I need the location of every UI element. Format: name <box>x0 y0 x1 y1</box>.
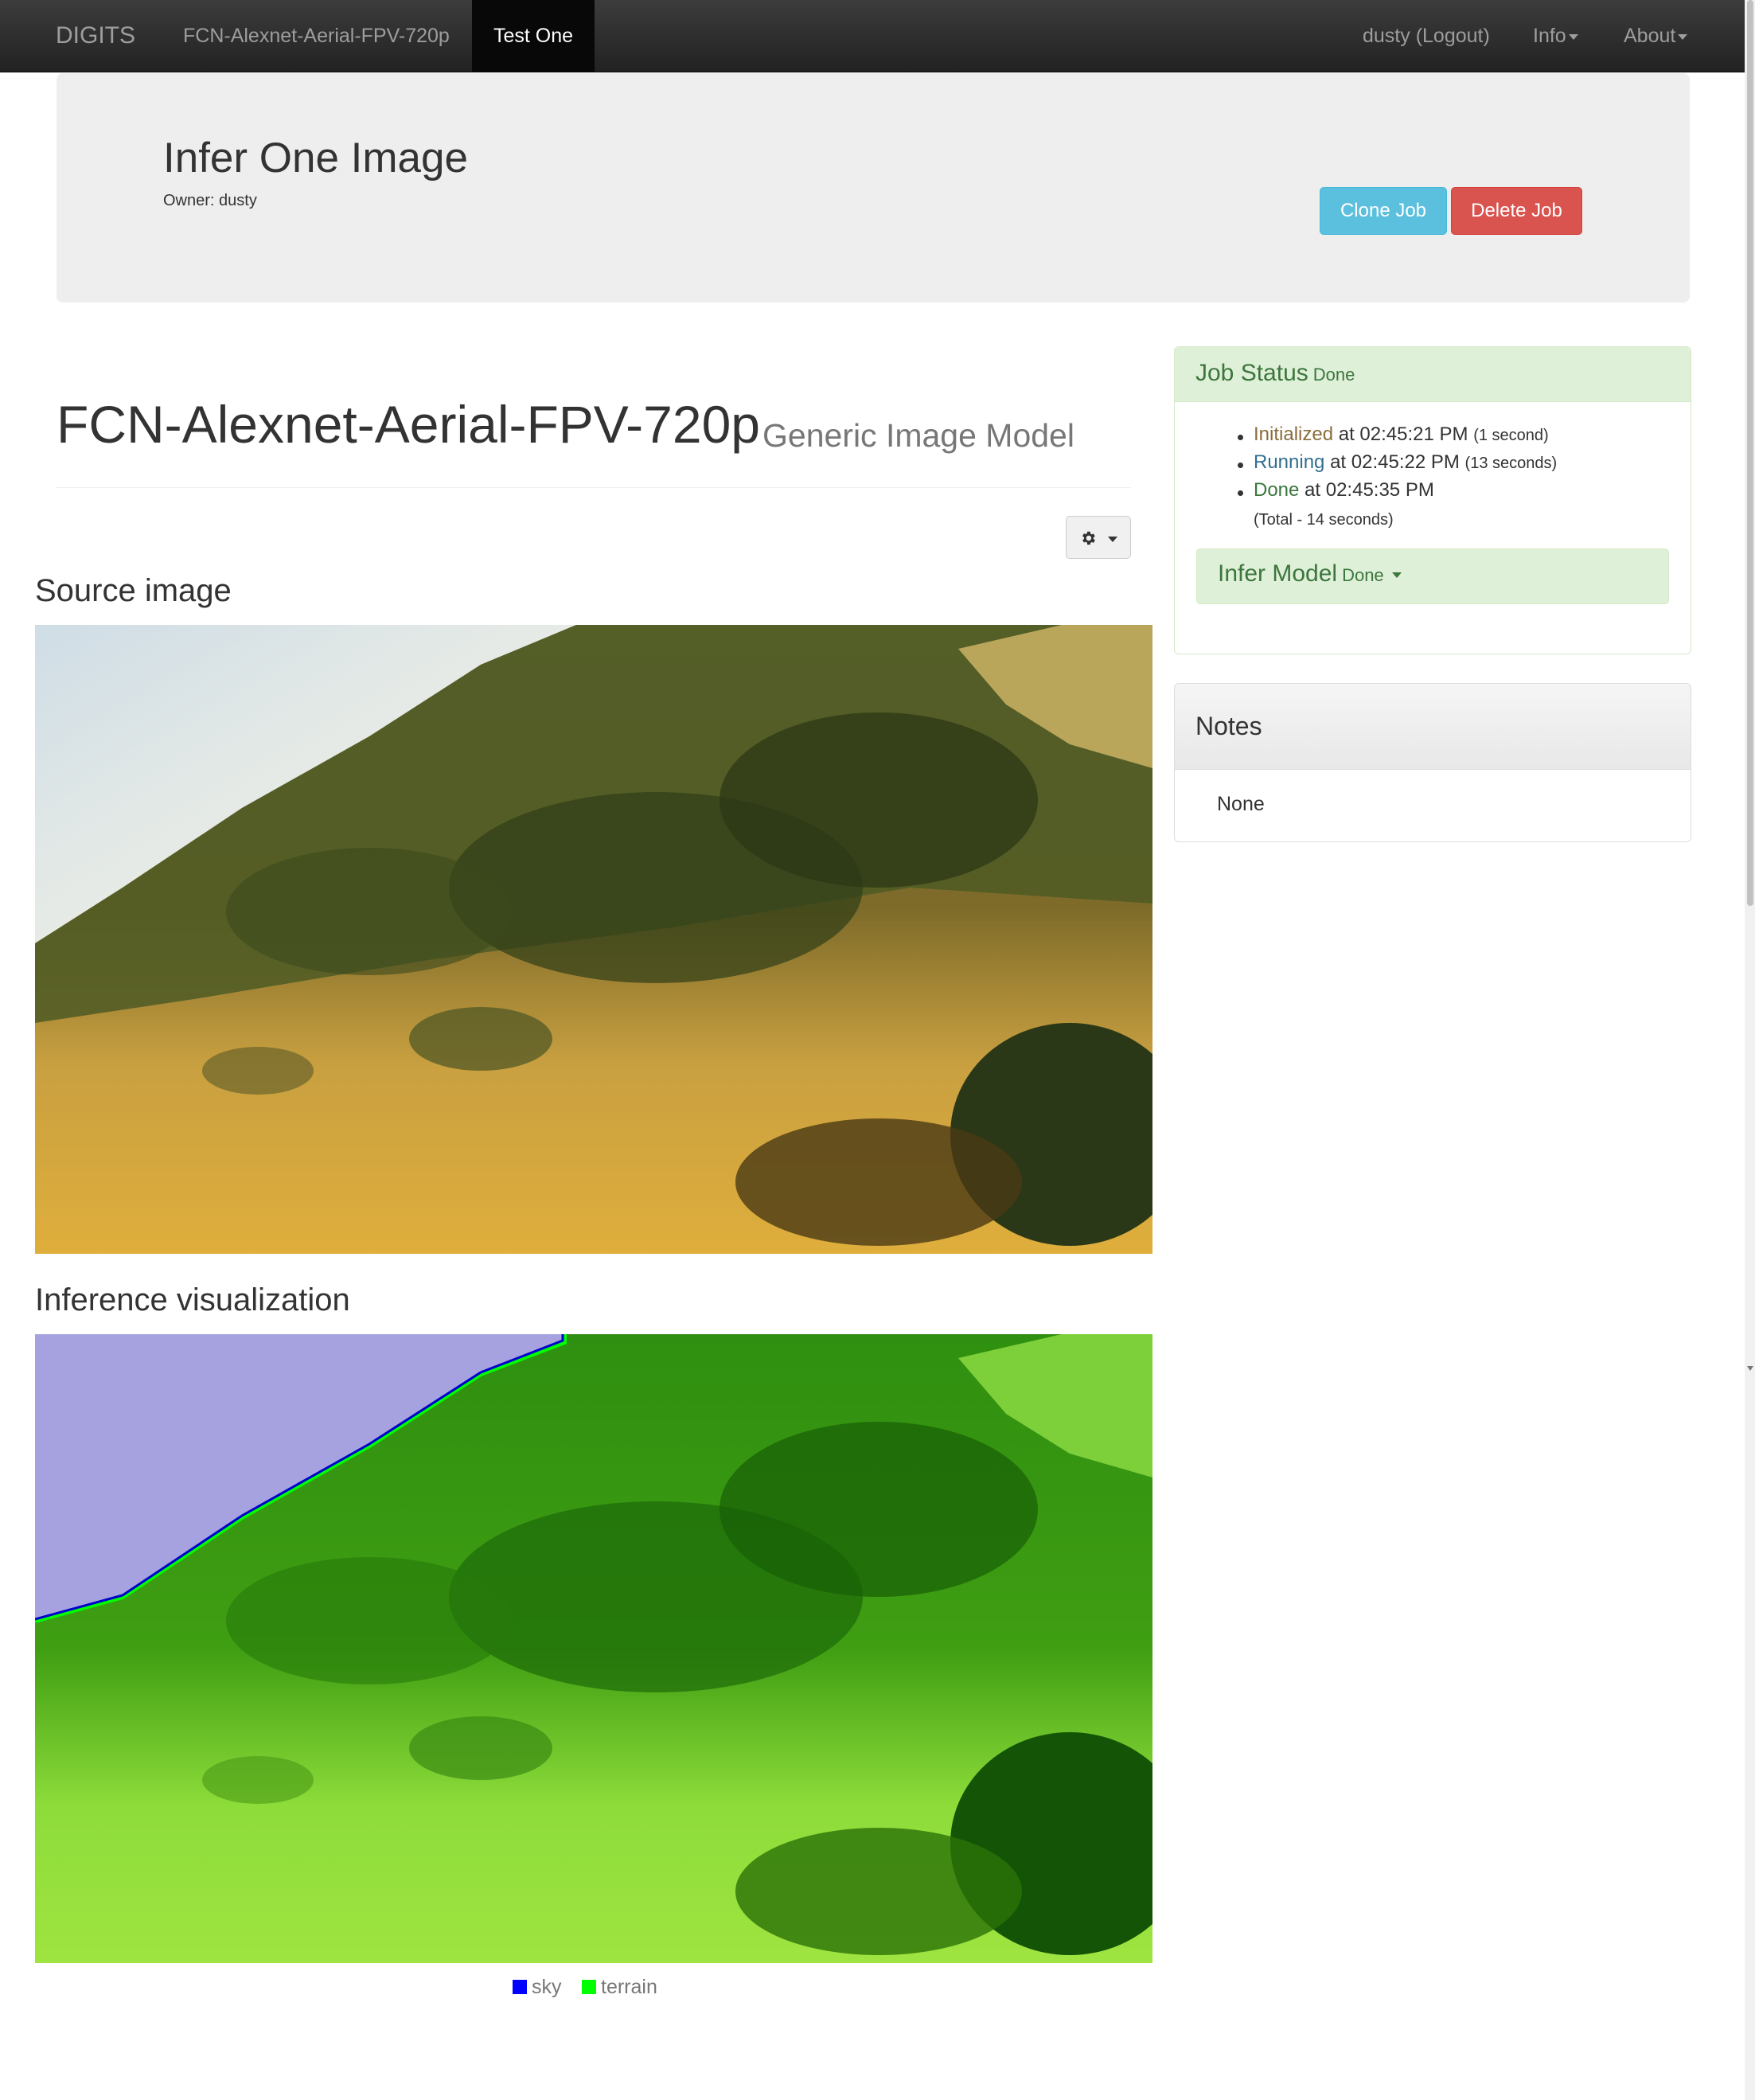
source-image <box>35 625 1152 1254</box>
delete-job-button[interactable]: Delete Job <box>1451 187 1582 235</box>
nav-model-link[interactable]: FCN-Alexnet-Aerial-FPV-720p <box>183 0 450 72</box>
caret-down-icon <box>1678 33 1688 40</box>
brand-link[interactable]: DIGITS <box>56 0 135 72</box>
legend-item-sky: sky <box>513 1976 562 1999</box>
status-state-initialized: Initialized <box>1254 424 1334 445</box>
infer-model-state: Done <box>1342 565 1384 585</box>
status-state-running: Running <box>1254 451 1325 473</box>
source-image-heading: Source image <box>35 573 232 608</box>
scroll-down-arrow-icon[interactable] <box>1747 1366 1753 1371</box>
about-menu[interactable]: About <box>1624 0 1688 72</box>
notes-title: Notes <box>1195 712 1262 740</box>
gear-icon <box>1082 531 1096 545</box>
legend-swatch-sky <box>513 1980 527 1994</box>
model-type: Generic Image Model <box>762 417 1074 454</box>
caret-down-icon <box>1568 33 1578 40</box>
status-time: at 02:45:35 PM <box>1305 479 1434 501</box>
job-status-state: Done <box>1312 365 1355 384</box>
status-row-done: Done at 02:45:35 PM <box>1254 479 1434 502</box>
bullet-icon <box>1238 463 1243 468</box>
inference-heading: Inference visualization <box>35 1282 350 1317</box>
legend-swatch-terrain <box>582 1980 596 1994</box>
status-time: at 02:45:22 PM <box>1330 451 1460 473</box>
bullet-icon <box>1238 435 1243 440</box>
clone-job-button[interactable]: Clone Job <box>1320 187 1447 235</box>
infer-model-label[interactable]: Infer Model Done <box>1218 560 1402 587</box>
inference-visualization-image <box>35 1334 1152 1963</box>
caret-down-icon <box>1107 536 1117 542</box>
status-time: at 02:45:21 PM <box>1338 424 1468 445</box>
nav-tab-active[interactable]: Test One <box>472 0 595 72</box>
status-total: (Total - 14 seconds) <box>1254 511 1394 529</box>
legend-label-terrain: terrain <box>601 1976 657 1998</box>
job-owner: Owner: dusty <box>163 192 257 209</box>
bullet-icon <box>1238 490 1243 496</box>
scrollbar-thumb[interactable] <box>1747 0 1753 906</box>
status-duration: (1 second) <box>1473 427 1549 444</box>
info-label: Info <box>1533 25 1566 47</box>
notes-body: None <box>1217 793 1265 815</box>
status-row-initialized: Initialized at 02:45:21 PM (1 second) <box>1254 424 1549 446</box>
info-menu[interactable]: Info <box>1533 0 1578 72</box>
infer-model-text: Infer Model <box>1218 560 1338 587</box>
caret-down-icon <box>1391 572 1402 578</box>
job-status-title: Job Status Done <box>1195 360 1355 387</box>
page-title: Infer One Image <box>163 135 468 182</box>
status-state-done: Done <box>1254 479 1300 501</box>
logout-link[interactable]: dusty (Logout) <box>1363 0 1490 72</box>
status-duration: (13 seconds) <box>1464 455 1558 472</box>
legend-item-terrain: terrain <box>582 1976 657 1999</box>
legend-label-sky: sky <box>532 1976 562 1998</box>
settings-dropdown-button[interactable] <box>1066 516 1131 559</box>
job-status-label: Job Status <box>1195 360 1308 386</box>
divider <box>57 487 1131 488</box>
about-label: About <box>1624 25 1676 47</box>
model-name: FCN-Alexnet-Aerial-FPV-720p <box>57 395 760 454</box>
status-row-running: Running at 02:45:22 PM (13 seconds) <box>1254 451 1557 474</box>
